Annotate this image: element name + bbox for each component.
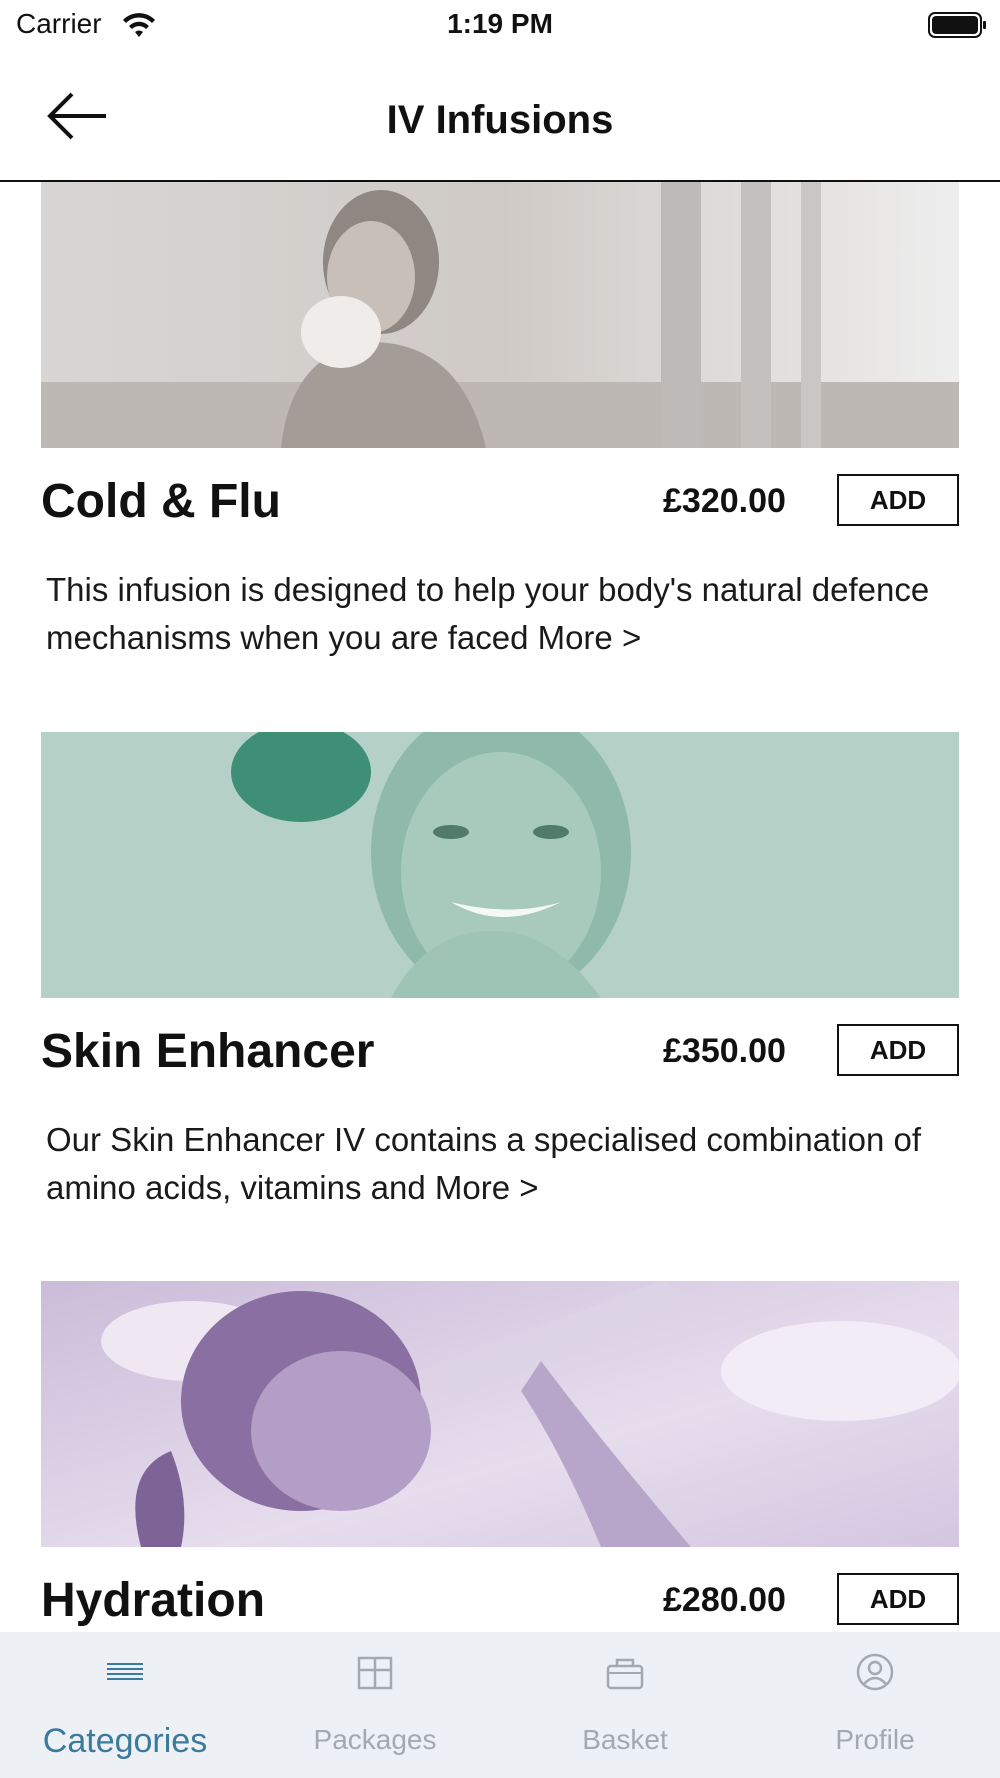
status-time: 1:19 PM: [447, 8, 553, 39]
basket-icon: [606, 1658, 644, 1690]
tab-label: Profile: [835, 1724, 915, 1755]
list-icon: [107, 1663, 143, 1680]
tab-packages[interactable]: Packages: [250, 1632, 500, 1778]
status-bar: Carrier 1:19 PM: [0, 0, 1000, 52]
product-image-hydration: [41, 1281, 959, 1547]
product-card-hydration[interactable]: Hydration £280.00 ADD: [41, 1281, 959, 1632]
more-link[interactable]: More >: [538, 619, 642, 656]
add-button[interactable]: ADD: [837, 474, 959, 526]
package-icon: [357, 1656, 393, 1690]
product-title: Hydration: [41, 1574, 266, 1627]
nav-bar: IV Infusions: [0, 52, 1000, 182]
profile-icon: [856, 1653, 894, 1691]
product-price: £350.00: [663, 1032, 786, 1070]
product-title: Skin Enhancer: [41, 1025, 375, 1078]
product-price: £320.00: [663, 482, 786, 520]
product-card-cold-flu[interactable]: Cold & Flu £320.00 ADD This infusion is …: [41, 182, 959, 702]
battery-icon: [928, 12, 986, 38]
tab-basket[interactable]: Basket: [500, 1632, 750, 1778]
product-description: This infusion is designed to help your b…: [46, 566, 946, 662]
tab-label: Categories: [42, 1722, 208, 1760]
product-card-skin-enhancer[interactable]: Skin Enhancer £350.00 ADD Our Skin Enhan…: [41, 732, 959, 1252]
product-image-skin-enhancer: [41, 732, 959, 998]
add-button[interactable]: ADD: [837, 1024, 959, 1076]
product-list[interactable]: Cold & Flu £320.00 ADD This infusion is …: [0, 182, 1000, 1632]
tab-profile[interactable]: Profile: [750, 1632, 1000, 1778]
page-title: IV Infusions: [386, 98, 614, 142]
product-description: Our Skin Enhancer IV contains a speciali…: [46, 1116, 946, 1212]
tab-categories[interactable]: Categories: [0, 1632, 250, 1778]
product-price: £280.00: [663, 1581, 786, 1619]
product-image-cold-flu: [41, 182, 959, 448]
tab-label: Packages: [313, 1724, 437, 1755]
product-title: Cold & Flu: [41, 475, 281, 528]
add-button[interactable]: ADD: [837, 1573, 959, 1625]
tab-label: Basket: [582, 1724, 668, 1755]
description-text: This infusion is designed to help your b…: [46, 571, 930, 656]
more-link[interactable]: More >: [435, 1169, 539, 1206]
tab-bar: Categories Packages Basket Profile: [0, 1632, 1000, 1778]
